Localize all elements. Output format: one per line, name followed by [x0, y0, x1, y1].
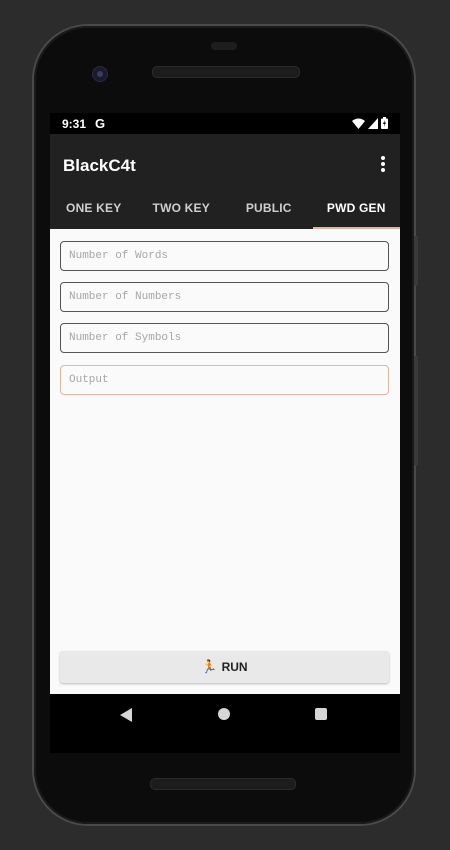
tab-one-key[interactable]: ONE KEY [50, 188, 138, 229]
running-person-icon: 🏃 [201, 659, 218, 674]
wifi-icon [352, 118, 365, 129]
battery-icon [381, 117, 388, 129]
google-icon: G [95, 116, 106, 131]
status-bar: 9:31 G [50, 113, 400, 134]
app-bar: BlackC4t ONE KEY TWO KEY PUBLIC PWD GEN [50, 134, 400, 229]
run-button[interactable]: 🏃 RUN [60, 651, 389, 683]
back-icon[interactable] [120, 708, 132, 722]
status-time: 9:31 [62, 117, 87, 131]
tab-bar: ONE KEY TWO KEY PUBLIC PWD GEN [50, 188, 400, 229]
pwd-gen-panel: 🏃 RUN [50, 229, 400, 694]
home-icon[interactable] [218, 708, 230, 720]
recents-icon[interactable] [315, 708, 327, 720]
top-speaker-grille [152, 66, 300, 78]
phone-screen: 9:31 G BlackC4t ONE KEY TWO KEY PUBLIC P… [50, 113, 400, 753]
power-button [414, 236, 418, 286]
tab-public[interactable]: PUBLIC [225, 188, 313, 229]
signal-icon [368, 117, 378, 129]
tab-two-key[interactable]: TWO KEY [138, 188, 226, 229]
tab-pwd-gen[interactable]: PWD GEN [312, 188, 401, 229]
app-title: BlackC4t [63, 156, 136, 175]
number-of-symbols-input[interactable] [60, 323, 389, 353]
number-of-numbers-input[interactable] [60, 282, 389, 312]
front-camera-icon [92, 66, 108, 82]
bottom-speaker-grille [150, 778, 296, 790]
output-field[interactable] [60, 365, 389, 395]
run-button-label: RUN [221, 660, 248, 674]
status-icons [352, 117, 388, 129]
volume-button [414, 356, 418, 466]
system-nav-bar [50, 694, 400, 738]
earpiece-notch [211, 42, 237, 50]
number-of-words-input[interactable] [60, 241, 389, 271]
more-vertical-icon[interactable] [379, 156, 387, 174]
